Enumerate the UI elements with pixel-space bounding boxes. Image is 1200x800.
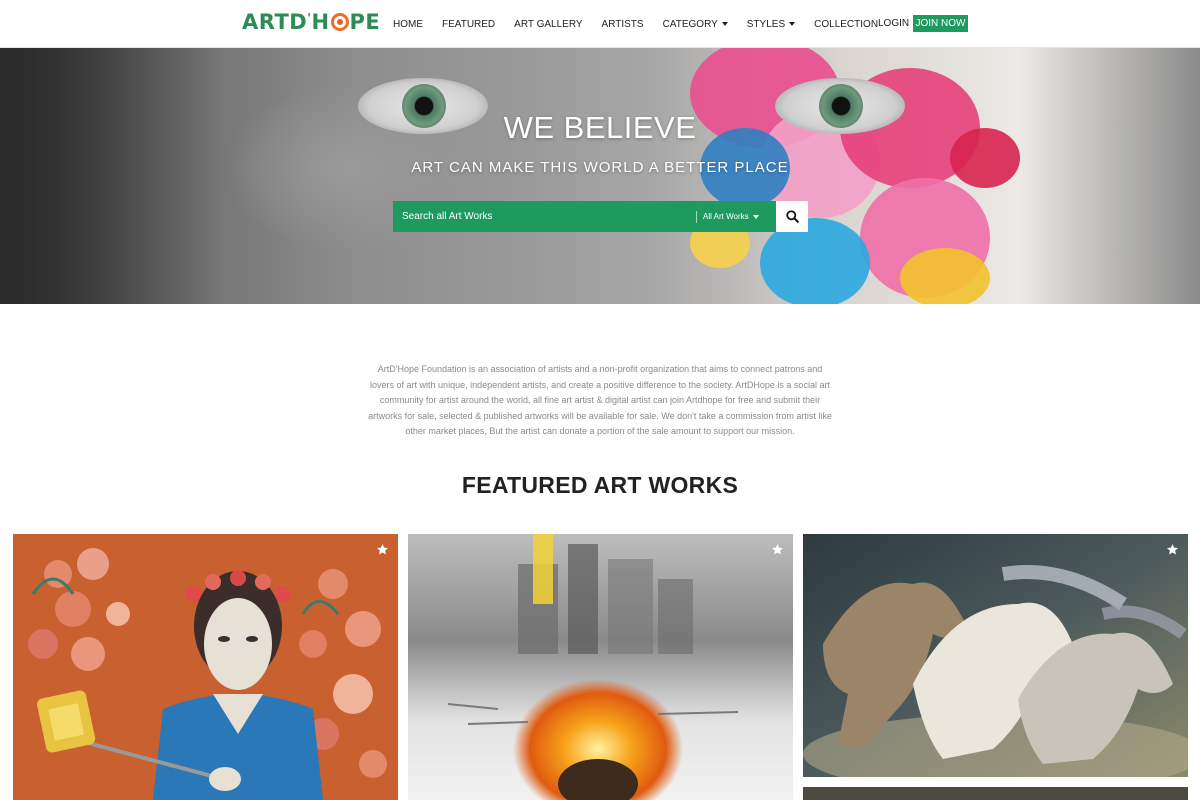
hero-subtitle: ART CAN MAKE THIS WORLD A BETTER PLACE: [411, 159, 789, 176]
search-category-dropdown[interactable]: All Art Works: [696, 210, 759, 223]
search-input[interactable]: [402, 211, 692, 222]
main-nav: HOME FEATURED ART GALLERY ARTISTS CATEGO…: [393, 0, 897, 48]
caret-down-icon: [721, 22, 728, 26]
caret-down-icon: [789, 22, 796, 26]
logo-target-icon: [330, 13, 349, 31]
artwork-image: [408, 534, 793, 800]
logo-text-2: H: [311, 10, 330, 34]
star-icon[interactable]: [1166, 543, 1179, 556]
join-now-button[interactable]: JOIN NOW: [913, 15, 968, 32]
brand-logo[interactable]: ARTD'H PE: [242, 10, 380, 34]
star-icon[interactable]: [376, 543, 389, 556]
logo-text-3: PE: [349, 10, 381, 34]
nav-artists[interactable]: ARTISTS: [602, 19, 644, 30]
artwork-search-bar: All Art Works: [393, 201, 808, 232]
nav-collection[interactable]: COLLECTION: [814, 19, 878, 30]
featured-artwork-card[interactable]: [408, 534, 793, 800]
face-paint-decoration: [900, 248, 990, 304]
featured-artwork-card[interactable]: [13, 534, 398, 800]
hero-banner: WE BELIEVE ART CAN MAKE THIS WORLD A BET…: [0, 48, 1200, 304]
nav-home[interactable]: HOME: [393, 19, 423, 30]
hero-image-shadow: [0, 48, 220, 304]
nav-category-dropdown[interactable]: CATEGORY: [663, 19, 728, 30]
nav-featured[interactable]: FEATURED: [442, 19, 495, 30]
artwork-image: [803, 534, 1188, 777]
logo-text-1: ARTD: [242, 10, 308, 34]
caret-down-icon: [752, 214, 759, 219]
featured-artwork-card[interactable]: [803, 787, 1188, 800]
featured-section-title: FEATURED ART WORKS: [461, 472, 739, 498]
artwork-image: [13, 534, 398, 800]
search-icon: [785, 210, 799, 223]
hero-title: WE BELIEVE: [503, 110, 697, 145]
nav-art-gallery[interactable]: ART GALLERY: [514, 19, 582, 30]
search-button[interactable]: [776, 201, 808, 232]
search-field-wrapper: All Art Works: [393, 201, 776, 232]
navbar: ARTD'H PE HOME FEATURED ART GALLERY ARTIS…: [0, 0, 1200, 48]
star-icon[interactable]: [771, 543, 784, 556]
about-paragraph: ArtD'Hope Foundation is an association o…: [368, 364, 832, 437]
login-link[interactable]: LOGIN: [878, 18, 909, 29]
featured-artwork-card[interactable]: [803, 534, 1188, 777]
nav-styles-dropdown[interactable]: STYLES: [747, 19, 796, 30]
